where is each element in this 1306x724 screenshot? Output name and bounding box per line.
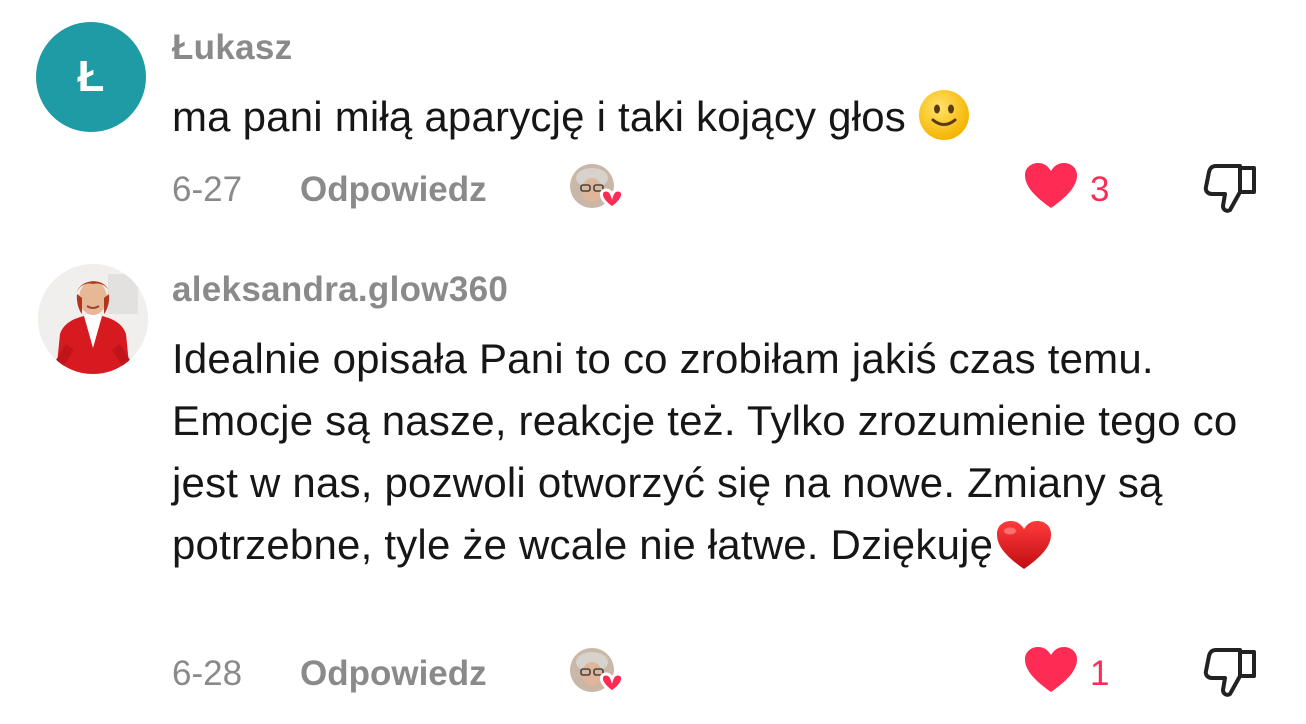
reply-button[interactable]: Odpowiedz xyxy=(300,654,487,694)
comment-text-body: ma pani miłą aparycję i taki kojący głos xyxy=(172,93,906,140)
avatar[interactable] xyxy=(38,264,148,374)
comment-username[interactable]: Łukasz xyxy=(172,28,292,68)
like-heart-icon[interactable] xyxy=(1024,162,1078,215)
comment-text: Idealnie opisała Pani to co zrobiłam jak… xyxy=(172,328,1262,588)
dislike-icon[interactable] xyxy=(1200,642,1264,707)
comment-meta: 6-27 Odpowiedz 3 xyxy=(0,158,1306,218)
creator-liked-badge xyxy=(568,160,628,212)
slightly-smiling-face-icon xyxy=(918,89,970,158)
avatar[interactable]: Ł xyxy=(36,22,146,132)
reply-button[interactable]: Odpowiedz xyxy=(300,170,487,210)
like-count: 1 xyxy=(1090,654,1110,693)
like-count: 3 xyxy=(1090,170,1110,209)
comment-username[interactable]: aleksandra.glow360 xyxy=(172,270,508,310)
dislike-icon[interactable] xyxy=(1200,158,1264,223)
creator-liked-badge xyxy=(568,644,628,696)
red-heart-icon xyxy=(995,519,1053,588)
avatar-letter: Ł xyxy=(77,52,105,101)
comment-date: 6-27 xyxy=(172,170,243,209)
like-heart-icon[interactable] xyxy=(1024,646,1078,699)
comment-date: 6-28 xyxy=(172,654,243,693)
comment-text: ma pani miłą aparycję i taki kojący głos xyxy=(172,86,1262,158)
comment-meta: 6-28 Odpowiedz 1 xyxy=(0,642,1306,702)
comment-text-body: Idealnie opisała Pani to co zrobiłam jak… xyxy=(172,335,1238,568)
